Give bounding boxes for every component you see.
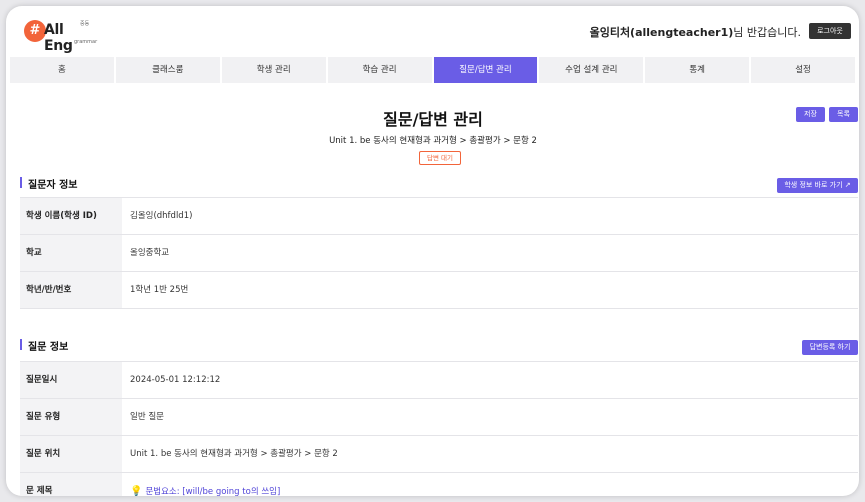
row-value: 1학년 1반 25번 bbox=[130, 285, 189, 295]
row-key: 학교 bbox=[20, 235, 122, 271]
main-content: 질문/답변 관리 Unit 1. be 동사의 현재형과 과거형 > 총괄평가 … bbox=[12, 94, 858, 496]
greeting: 올잉티처(allengteacher1)님 반갑습니다. bbox=[590, 24, 801, 40]
row-value: 💡 문법요소: [will/be going to의 쓰임] bbox=[122, 473, 858, 496]
greeting-user: 올잉티처(allengteacher1) bbox=[589, 26, 734, 39]
row-value: 올잉중학교 bbox=[130, 248, 170, 258]
row-value: Unit 1. be 동사의 현재형과 과거형 > 총괄평가 > 문항 2 bbox=[130, 449, 338, 459]
nav-settings[interactable]: 설정 bbox=[751, 57, 855, 83]
table-row: 학교 올잉중학교 bbox=[20, 235, 858, 272]
list-button[interactable]: 목록 bbox=[829, 107, 858, 122]
logo-level: 중등 bbox=[80, 21, 90, 27]
row-key: 학년/반/번호 bbox=[20, 272, 122, 308]
top-bar: # All Eng 중등 grammar 올잉티처(allengteacher1… bbox=[6, 6, 859, 56]
logo[interactable]: # All Eng 중등 grammar bbox=[24, 20, 98, 54]
nav-classroom[interactable]: 클래스룸 bbox=[115, 57, 220, 83]
row-key: 질문 위치 bbox=[20, 436, 122, 472]
app-window: # All Eng 중등 grammar 올잉티처(allengteacher1… bbox=[6, 6, 859, 496]
nav-home[interactable]: 홈 bbox=[10, 57, 114, 83]
asker-section-title: 질문자 정보 bbox=[20, 176, 77, 191]
table-row: 문 제목 💡 문법요소: [will/be going to의 쓰임] bbox=[20, 473, 858, 496]
status-badge: 답변 대기 bbox=[419, 151, 461, 165]
main-nav: 홈 클래스룸 학생 관리 학습 관리 질문/답변 관리 수업 설계 관리 통계 … bbox=[10, 57, 855, 83]
table-row: 질문 위치 Unit 1. be 동사의 현재형과 과거형 > 총괄평가 > 문… bbox=[20, 436, 858, 473]
row-key: 질문일시 bbox=[20, 362, 122, 398]
greeting-suffix: 님 반갑습니다. bbox=[733, 26, 801, 39]
lightbulb-icon: 💡 bbox=[130, 486, 143, 496]
logo-sub: grammar bbox=[74, 39, 98, 45]
row-value: 2024-05-01 12:12:12 bbox=[130, 375, 221, 385]
breadcrumb: Unit 1. be 동사의 현재형과 과거형 > 총괄평가 > 문항 2 bbox=[329, 136, 537, 146]
table-row: 학생 이름(학생 ID) 김올잉(dhfdld1) bbox=[20, 198, 858, 235]
table-row: 질문일시 2024-05-01 12:12:12 bbox=[20, 362, 858, 399]
question-table: 질문일시 2024-05-01 12:12:12 질문 유형 일반 질문 질문 … bbox=[20, 361, 858, 496]
page-title: 질문/답변 관리 bbox=[383, 110, 483, 129]
question-title-link[interactable]: 문법요소: [will/be going to의 쓰임] bbox=[145, 487, 280, 496]
question-section-title: 질문 정보 bbox=[20, 338, 68, 353]
row-value: 일반 질문 bbox=[130, 412, 164, 422]
logo-hash-icon: # bbox=[24, 20, 46, 42]
asker-table: 학생 이름(학생 ID) 김올잉(dhfdld1) 학교 올잉중학교 학년/반/… bbox=[20, 197, 858, 309]
row-key: 질문 유형 bbox=[20, 399, 122, 435]
nav-learning[interactable]: 학습 관리 bbox=[327, 57, 432, 83]
goto-student-button[interactable]: 학생 정보 바로 가기 ↗ bbox=[777, 178, 858, 193]
table-row: 학년/반/번호 1학년 1반 25번 bbox=[20, 272, 858, 309]
save-button[interactable]: 저장 bbox=[796, 107, 825, 122]
row-key: 학생 이름(학생 ID) bbox=[20, 198, 122, 234]
row-key: 문 제목 bbox=[20, 473, 122, 496]
nav-stats[interactable]: 통계 bbox=[645, 57, 750, 83]
row-value: 김올잉(dhfdld1) bbox=[130, 211, 193, 221]
table-row: 질문 유형 일반 질문 bbox=[20, 399, 858, 436]
nav-students[interactable]: 학생 관리 bbox=[221, 57, 326, 83]
logout-button[interactable]: 로그아웃 bbox=[809, 23, 851, 39]
register-answer-button[interactable]: 답변등록 하기 bbox=[802, 340, 858, 355]
nav-qa[interactable]: 질문/답변 관리 bbox=[433, 57, 538, 83]
nav-lesson-design[interactable]: 수업 설계 관리 bbox=[539, 57, 644, 83]
